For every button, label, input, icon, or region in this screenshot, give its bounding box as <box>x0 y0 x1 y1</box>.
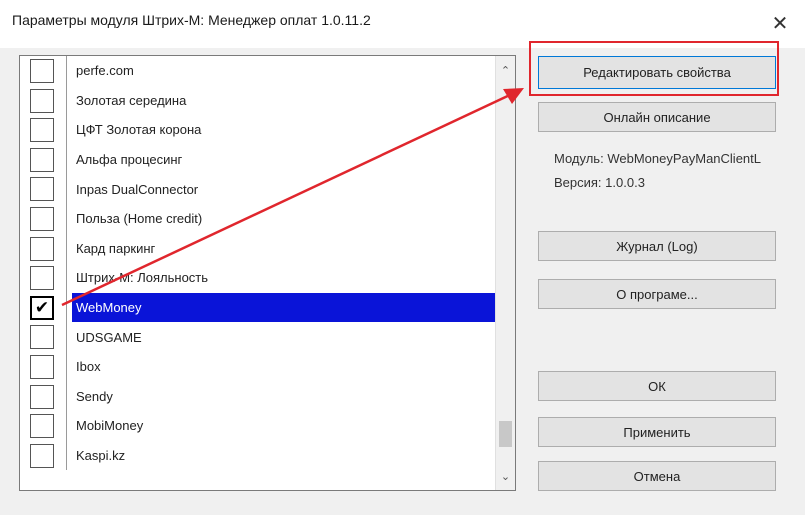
version-label: Версия: <box>554 175 602 190</box>
row-separator <box>66 85 67 116</box>
module-label: Альфа процесинг <box>76 152 183 168</box>
row-separator <box>66 115 67 145</box>
module-label: UDSGAME <box>76 329 142 345</box>
module-label: Золотая середина <box>76 92 187 108</box>
close-icon[interactable]: ✕ <box>765 10 795 36</box>
row-separator <box>66 56 67 86</box>
module-checkbox[interactable]: ✔ <box>30 295 54 320</box>
row-separator <box>66 174 67 204</box>
row-separator <box>66 351 67 382</box>
title-bar: Параметры модуля Штрих-М: Менеджер оплат… <box>0 0 805 48</box>
module-checkbox[interactable] <box>30 325 54 350</box>
module-checkbox[interactable] <box>30 384 54 409</box>
ok-button[interactable]: ОК <box>538 371 776 401</box>
list-item[interactable]: Золотая середина <box>20 85 496 116</box>
module-label: Модуль: <box>554 151 604 166</box>
module-label: Польза (Home credit) <box>76 211 203 227</box>
row-separator <box>66 144 67 175</box>
list-item[interactable]: MobiMoney <box>20 411 496 441</box>
list-item[interactable]: Ibox <box>20 351 496 382</box>
module-label: MobiMoney <box>76 418 144 434</box>
module-label: ЦФТ Золотая корона <box>76 122 202 138</box>
scroll-up-icon[interactable]: ⌃ <box>496 58 515 82</box>
row-separator <box>66 233 67 264</box>
scroll-thumb[interactable] <box>499 421 512 447</box>
row-separator <box>66 263 67 293</box>
scroll-down-icon[interactable]: ⌄ <box>496 464 515 488</box>
module-label: Inpas DualConnector <box>76 181 199 197</box>
window-title: Параметры модуля Штрих-М: Менеджер оплат… <box>12 12 371 28</box>
module-value: WebMoneyPayManClientL <box>607 151 761 166</box>
row-separator <box>66 203 67 234</box>
list-item[interactable]: Польза (Home credit) <box>20 203 496 234</box>
online-description-button[interactable]: Онлайн описание <box>538 102 776 132</box>
module-checkbox[interactable] <box>30 118 54 143</box>
list-item[interactable]: Sendy <box>20 381 496 412</box>
module-label: perfe.com <box>76 63 134 79</box>
module-label: WebMoney <box>72 292 496 323</box>
module-label: Ibox <box>76 359 101 375</box>
module-checkbox[interactable] <box>30 177 54 202</box>
log-button[interactable]: Журнал (Log) <box>538 231 776 261</box>
list-item[interactable]: ✔ WebMoney <box>20 292 496 323</box>
module-checkbox[interactable] <box>30 147 54 172</box>
list-item[interactable]: perfe.com <box>20 56 496 86</box>
module-checkbox[interactable] <box>30 266 54 291</box>
row-separator <box>66 381 67 412</box>
module-label: Sendy <box>76 388 113 404</box>
about-button[interactable]: О програме... <box>538 279 776 309</box>
module-list[interactable]: perfe.com Золотая середина ЦФТ Золотая кор… <box>19 55 516 491</box>
list-item[interactable]: Альфа процесинг <box>20 144 496 175</box>
module-info-line: Модуль: WebMoneyPayManClientL <box>554 151 761 166</box>
row-separator <box>66 411 67 441</box>
row-separator <box>66 322 67 352</box>
list-item[interactable]: Kaspi.kz <box>20 440 496 471</box>
module-checkbox[interactable] <box>30 414 54 439</box>
row-separator <box>66 440 67 471</box>
dialog-window: Параметры модуля Штрих-М: Менеджер оплат… <box>0 0 805 515</box>
list-item[interactable]: ЦФТ Золотая корона <box>20 115 496 145</box>
module-checkbox[interactable] <box>30 206 54 231</box>
list-item[interactable]: Штрих-М: Лояльность <box>20 263 496 293</box>
module-label: Кард паркинг <box>76 240 156 256</box>
version-info-line: Версия: 1.0.0.3 <box>554 175 645 190</box>
cancel-button[interactable]: Отмена <box>538 461 776 491</box>
list-item[interactable]: UDSGAME <box>20 322 496 352</box>
module-checkbox[interactable] <box>30 59 54 83</box>
module-checkbox[interactable] <box>30 354 54 379</box>
module-checkbox[interactable] <box>30 236 54 261</box>
list-item[interactable]: Inpas DualConnector <box>20 174 496 204</box>
list-scrollbar[interactable]: ⌃ ⌄ <box>495 56 515 490</box>
list-item[interactable]: Кард паркинг <box>20 233 496 264</box>
module-checkbox[interactable] <box>30 88 54 113</box>
edit-properties-button[interactable]: Редактировать свойства <box>538 56 776 89</box>
apply-button[interactable]: Применить <box>538 417 776 447</box>
module-checkbox[interactable] <box>30 443 54 468</box>
module-label: Kaspi.kz <box>76 448 126 464</box>
module-list-rows: perfe.com Золотая середина ЦФТ Золотая кор… <box>20 56 496 471</box>
row-separator <box>66 292 67 323</box>
version-value: 1.0.0.3 <box>605 175 645 190</box>
module-label: Штрих-М: Лояльность <box>76 270 209 286</box>
